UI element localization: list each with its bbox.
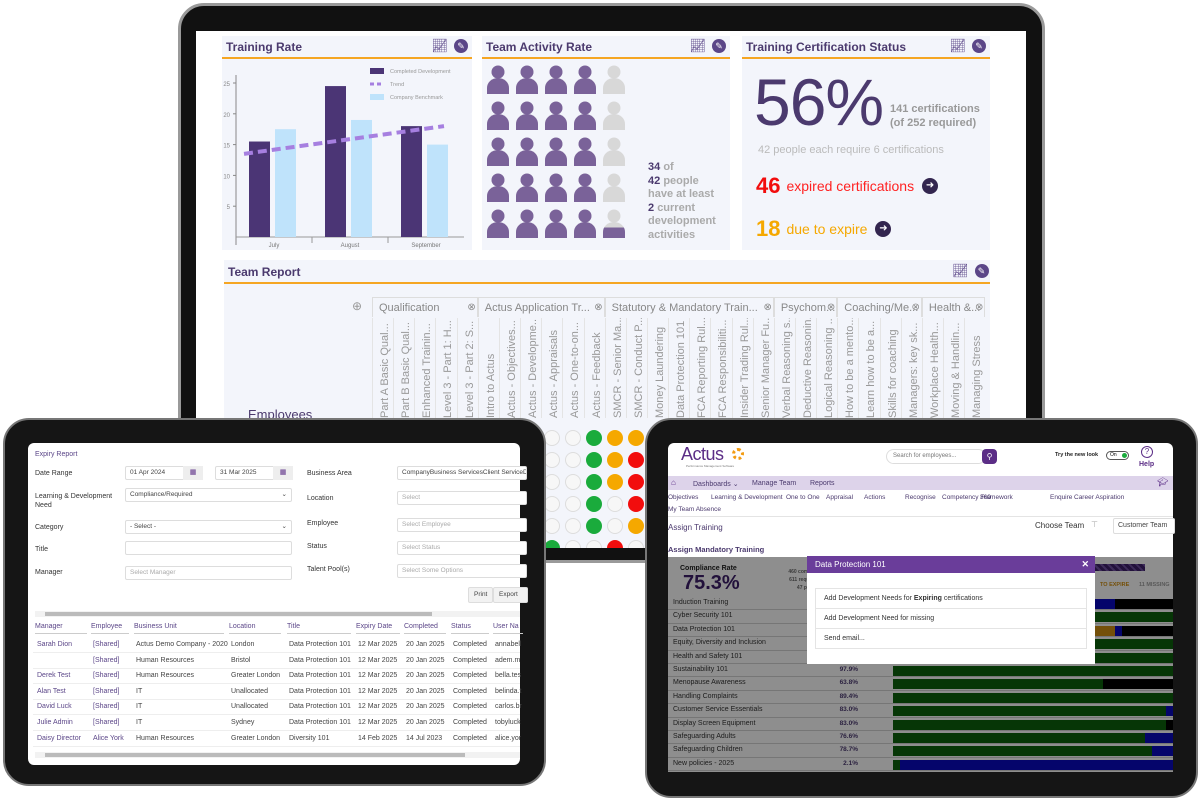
action-modal: Data Protection 101 ✕ Add Development Ne… (807, 556, 1095, 664)
close-icon[interactable]: ✕ (1081, 556, 1089, 573)
option-text: certifications (941, 595, 983, 602)
modal-header: Data Protection 101 ✕ (807, 556, 1095, 573)
send-email-option[interactable]: Send email... (815, 629, 1087, 649)
modal-title: Data Protection 101 (815, 560, 886, 569)
option-text: Add Development Needs for (824, 595, 914, 602)
option-bold: Expiring (913, 595, 942, 602)
add-expiring-needs-option[interactable]: Add Development Needs for Expiring certi… (815, 589, 1087, 609)
add-missing-need-option[interactable]: Add Development Need for missing (815, 609, 1087, 629)
